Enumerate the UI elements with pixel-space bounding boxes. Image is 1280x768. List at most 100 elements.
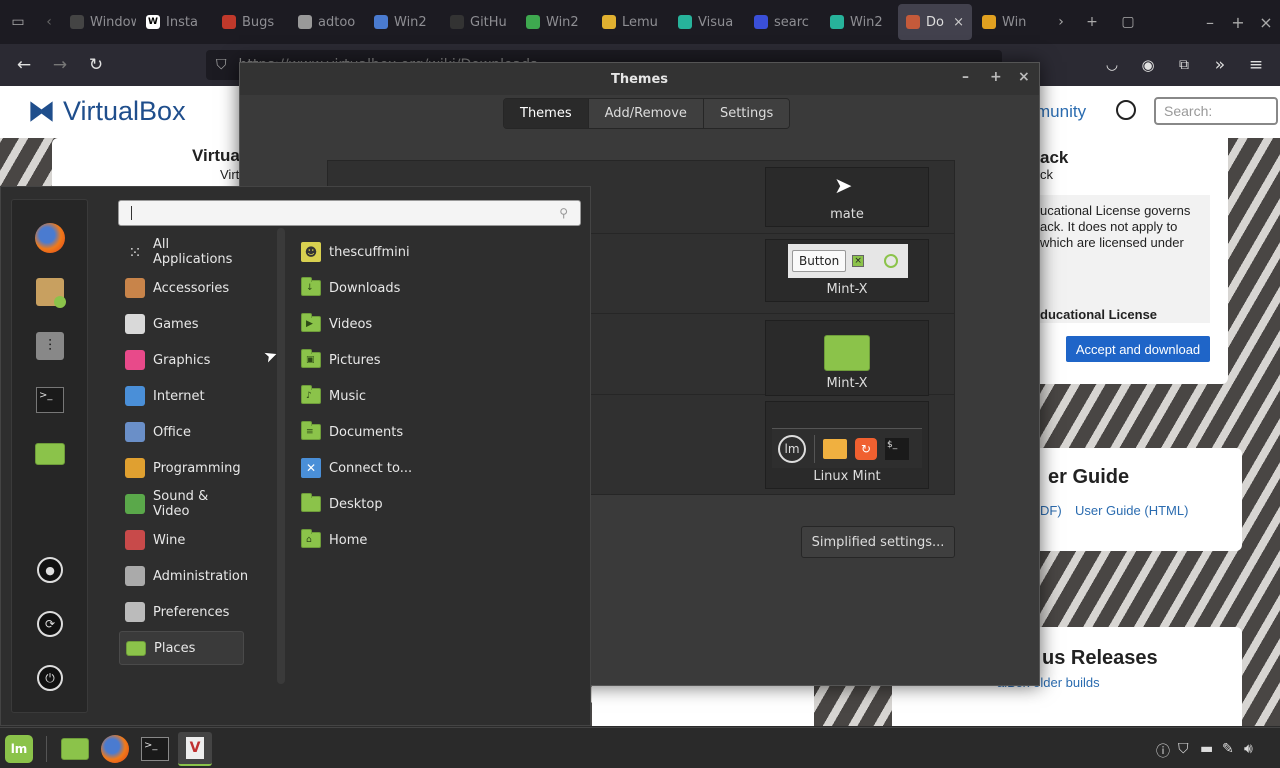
user-guide-pdf-link[interactable]: DF) bbox=[1040, 503, 1062, 518]
browser-tab-bar: ▭ ‹ Windows W Insta Bugs adtoo Win2 GitHu Win2 L… bbox=[0, 0, 1280, 44]
files-folder-icon[interactable] bbox=[34, 438, 66, 470]
minimize-window-icon[interactable]: – bbox=[1196, 0, 1224, 44]
drive-icon[interactable]: ▬ bbox=[1200, 741, 1213, 757]
browser-tab[interactable]: Bugs bbox=[214, 4, 288, 40]
tab-overview-icon[interactable]: ▭ bbox=[0, 0, 36, 44]
info-icon[interactable]: ⓘ bbox=[1156, 741, 1170, 761]
virtualbox-logo-icon: ⧓ bbox=[28, 96, 55, 126]
tab-themes[interactable]: Themes bbox=[504, 99, 589, 128]
place-label: Home bbox=[329, 532, 368, 548]
settings-sliders-icon[interactable]: ⫶ bbox=[34, 330, 66, 362]
browser-tab[interactable]: adtoo bbox=[290, 4, 364, 40]
browser-tab[interactable]: GitHu bbox=[442, 4, 516, 40]
browser-tab[interactable]: W Insta bbox=[138, 4, 212, 40]
close-icon[interactable]: × bbox=[1018, 69, 1030, 85]
category-places-folder[interactable]: Places bbox=[119, 631, 244, 665]
place-item[interactable]: ▶ Videos bbox=[301, 307, 372, 341]
place-item[interactable]: ▣ Pictures bbox=[301, 343, 380, 377]
category-administration[interactable]: Administration bbox=[119, 559, 248, 593]
firefox-icon[interactable] bbox=[34, 222, 66, 254]
category-internet[interactable]: Internet bbox=[119, 379, 244, 413]
browser-tab[interactable]: searc bbox=[746, 4, 820, 40]
browser-tab[interactable]: Win2 bbox=[366, 4, 440, 40]
category-preferences[interactable]: Preferences bbox=[119, 595, 244, 629]
mint-menu-icon[interactable]: lm bbox=[2, 732, 36, 766]
category-sound-video[interactable]: Sound & Video bbox=[119, 487, 244, 521]
power-icon[interactable]: ⏻ bbox=[34, 662, 66, 694]
tab-add-remove[interactable]: Add/Remove bbox=[588, 99, 704, 128]
new-tab-icon[interactable]: + bbox=[1074, 0, 1110, 44]
site-search-input[interactable]: Search: bbox=[1154, 97, 1278, 125]
menu-search-input[interactable]: ⚲ bbox=[118, 200, 581, 226]
tab-groups-icon[interactable]: ▢ bbox=[1110, 0, 1146, 44]
close-tab-icon[interactable]: × bbox=[953, 15, 964, 30]
pocket-icon[interactable]: ◡ bbox=[1094, 47, 1130, 83]
category-graphics[interactable]: Graphics bbox=[119, 343, 244, 377]
category-grid[interactable]: ⁙ All Applications bbox=[119, 235, 244, 269]
simplified-settings-button[interactable]: Simplified settings... bbox=[801, 526, 955, 558]
browser-tab[interactable]: Do × bbox=[898, 4, 972, 40]
menu-icon[interactable]: ≡ bbox=[1238, 47, 1274, 83]
browser-tab[interactable]: Win2 bbox=[822, 4, 896, 40]
maximize-icon[interactable]: + bbox=[990, 69, 1002, 85]
category-accessories[interactable]: Accessories bbox=[119, 271, 244, 305]
site-logo[interactable]: ⧓ VirtualBox bbox=[28, 96, 186, 127]
theme-preview[interactable]: ➤ mate bbox=[765, 167, 929, 227]
category-label: Games bbox=[153, 316, 199, 332]
accept-and-download-button[interactable]: Accept and download bbox=[1066, 336, 1210, 362]
browser-tab[interactable]: Lemu bbox=[594, 4, 668, 40]
sound-video-icon bbox=[125, 494, 145, 514]
user-guide-html-link[interactable]: User Guide (HTML) bbox=[1075, 503, 1188, 518]
app-icon[interactable]: V bbox=[178, 732, 212, 766]
place-item[interactable]: ↓ Downloads bbox=[301, 271, 400, 305]
category-office[interactable]: Office bbox=[119, 415, 244, 449]
place-item[interactable]: ≡ Documents bbox=[301, 415, 403, 449]
files-icon[interactable] bbox=[58, 732, 92, 766]
category-scrollbar[interactable] bbox=[277, 228, 285, 684]
desktop-folder-icon bbox=[301, 493, 321, 512]
category-wine[interactable]: Wine bbox=[119, 523, 244, 557]
scroll-tabs-right-icon[interactable]: › bbox=[1048, 0, 1074, 44]
terminal-icon[interactable]: >_ bbox=[138, 732, 172, 766]
firefox-icon[interactable] bbox=[98, 732, 132, 766]
volume-icon[interactable]: 🔊︎ bbox=[1244, 741, 1253, 757]
logout-icon[interactable]: ⟳ bbox=[34, 608, 66, 640]
terminal-icon[interactable]: >_ bbox=[34, 384, 66, 416]
forward-icon[interactable]: → bbox=[42, 47, 78, 83]
place-item[interactable]: ☻ thescuffmini bbox=[301, 235, 410, 269]
community-link[interactable]: munity bbox=[1036, 102, 1086, 122]
tab-settings[interactable]: Settings bbox=[703, 99, 790, 128]
category-games[interactable]: Games bbox=[119, 307, 244, 341]
pen-icon[interactable]: ✎ bbox=[1222, 741, 1234, 757]
browser-tab[interactable]: Win2 bbox=[518, 4, 592, 40]
place-item[interactable]: ✕ Connect to... bbox=[301, 451, 412, 485]
scroll-tabs-left-icon[interactable]: ‹ bbox=[36, 0, 62, 44]
back-icon[interactable]: ← bbox=[6, 47, 42, 83]
category-programming[interactable]: Programming bbox=[119, 451, 244, 485]
browser-tab[interactable]: Visua bbox=[670, 4, 744, 40]
dialog-titlebar[interactable]: Themes – + × bbox=[240, 63, 1039, 95]
browser-tab[interactable]: Windows bbox=[62, 4, 136, 40]
shield-icon[interactable]: ⛉ bbox=[216, 57, 227, 73]
theme-preview[interactable]: Button × Mint-X bbox=[765, 239, 929, 302]
reload-icon[interactable]: ↻ bbox=[78, 47, 114, 83]
gtk-preview: Button × bbox=[788, 244, 908, 278]
shield-icon[interactable]: ⛉ bbox=[1178, 741, 1189, 757]
extensions-icon[interactable]: ⧉ bbox=[1166, 47, 1202, 83]
place-item[interactable]: ♪ Music bbox=[301, 379, 366, 413]
more-tools-icon[interactable]: » bbox=[1202, 47, 1238, 83]
theme-preview[interactable]: lm ↻ $_ Linux Mint bbox=[765, 401, 929, 489]
account-icon[interactable]: ◉ bbox=[1130, 47, 1166, 83]
account-icon[interactable] bbox=[1116, 100, 1136, 120]
place-item[interactable]: Desktop bbox=[301, 487, 383, 521]
place-item[interactable]: ⌂ Home bbox=[301, 523, 367, 557]
software-manager-icon[interactable] bbox=[34, 276, 66, 308]
browser-tab[interactable]: Win bbox=[974, 4, 1048, 40]
lock-screen-icon[interactable]: ● bbox=[34, 554, 66, 586]
card-title: Virtua bbox=[192, 146, 240, 165]
maximize-window-icon[interactable]: + bbox=[1224, 0, 1252, 44]
minimize-icon[interactable]: – bbox=[962, 69, 969, 85]
close-window-icon[interactable]: × bbox=[1252, 0, 1280, 44]
mint-menu: ⫶ >_ ● ⟳ ⏻ ⚲ ⁙ All Applications Accessorie… bbox=[0, 186, 591, 726]
theme-preview[interactable]: Mint-X bbox=[765, 320, 929, 396]
